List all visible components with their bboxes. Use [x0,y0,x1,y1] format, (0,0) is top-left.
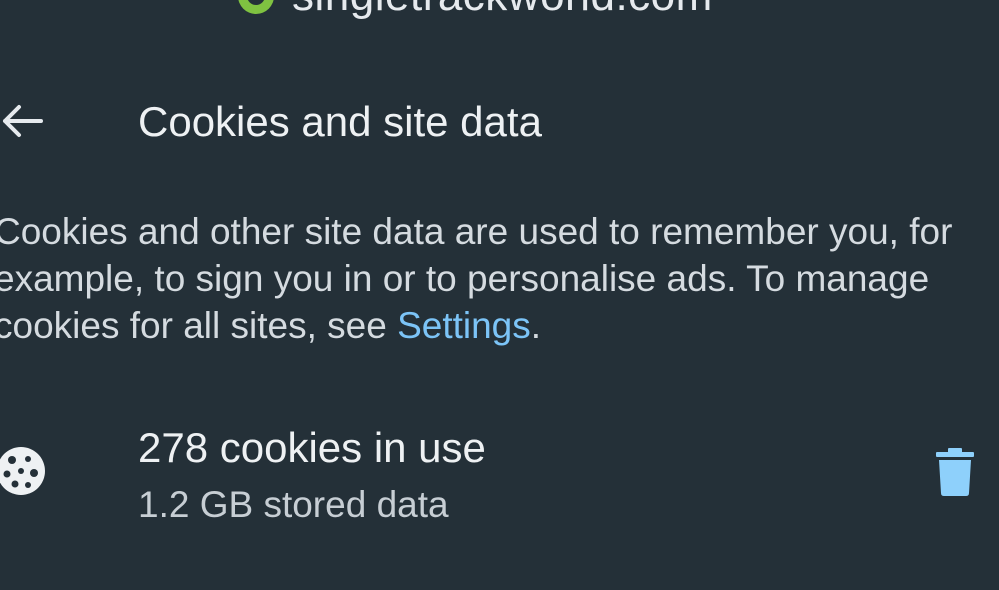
stored-data-size: 1.2 GB stored data [138,484,449,525]
cookies-count: 278 cookies in use [138,424,486,471]
cookie-icon [0,447,45,495]
back-button[interactable] [0,96,48,146]
site-header: singletrackworld.com [236,0,713,21]
page-title: Cookies and site data [138,98,542,145]
arrow-left-icon [3,105,43,137]
settings-link[interactable]: Settings [397,305,531,346]
description-period: . [530,305,542,346]
cookies-description: Cookies and other site data are used to … [0,208,984,349]
trash-icon [936,448,974,496]
site-domain: singletrackworld.com [292,0,713,21]
site-favicon [238,0,274,14]
delete-data-button[interactable] [928,444,982,500]
